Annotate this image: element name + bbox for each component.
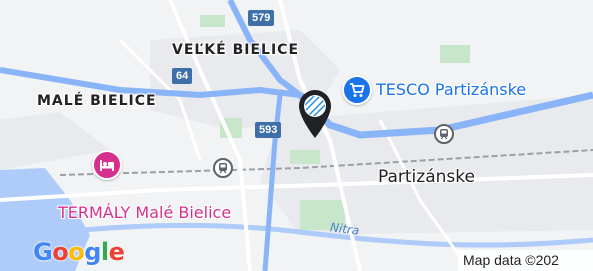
hotel-bed-icon	[100, 160, 114, 171]
logo-letter: o	[68, 238, 85, 266]
road-shield-579: 579	[248, 10, 275, 26]
shopping-cart-icon	[350, 83, 365, 97]
train-icon	[440, 129, 448, 140]
place-label-partizanske[interactable]: Partizánske	[378, 167, 475, 187]
map-view[interactable]: 579 64 593 VEĽKÉ BIELICE MALÉ BIELICE Pa…	[0, 0, 593, 271]
place-label-male-bielice[interactable]: MALÉ BIELICE	[37, 93, 157, 109]
google-logo: Google	[33, 238, 125, 266]
park-area	[440, 45, 470, 63]
poi-label-termaly[interactable]: TERMÁLY Malé Bielice	[58, 203, 231, 222]
train-station-icon[interactable]	[213, 158, 233, 178]
location-pin-icon[interactable]	[295, 86, 335, 140]
logo-letter: l	[100, 238, 109, 266]
train-icon	[219, 163, 227, 174]
tesco-marker[interactable]	[342, 75, 372, 105]
logo-letter: g	[84, 238, 101, 266]
map-attribution[interactable]: Map data ©202	[458, 250, 593, 271]
logo-letter: G	[33, 238, 53, 266]
park-area	[200, 15, 225, 27]
place-label-velke-bielice[interactable]: VEĽKÉ BIELICE	[172, 42, 299, 58]
road-shield-64: 64	[172, 68, 193, 84]
train-station-icon[interactable]	[434, 124, 454, 144]
hotel-marker[interactable]	[92, 150, 122, 180]
park-area	[290, 150, 320, 164]
logo-letter: e	[108, 238, 125, 266]
road-shield-593: 593	[255, 122, 282, 138]
poi-label-tesco[interactable]: TESCO Partizánske	[376, 80, 526, 99]
logo-letter: o	[52, 238, 69, 266]
